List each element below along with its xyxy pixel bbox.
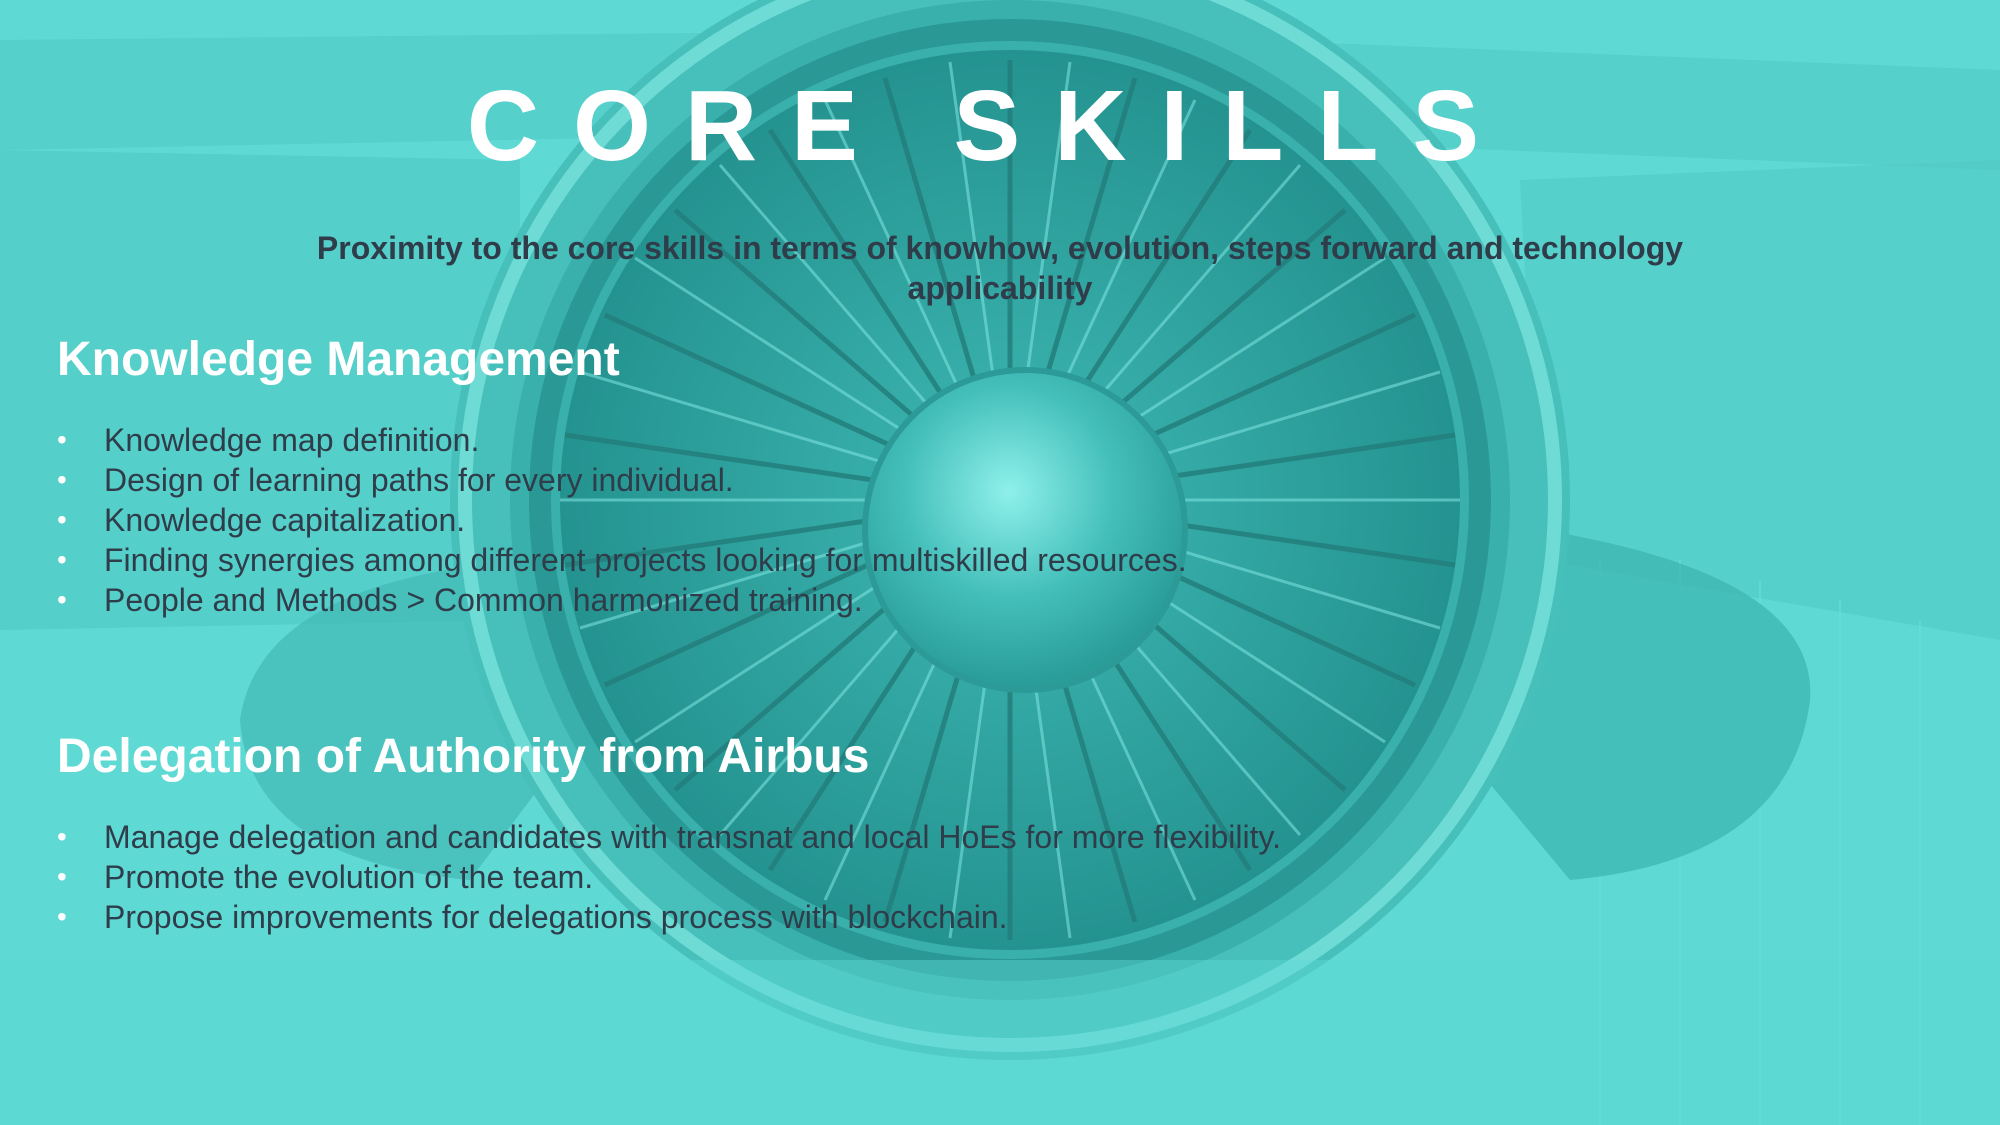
list-item-text: Promote the evolution of the team. bbox=[104, 859, 594, 895]
bullet-icon: • bbox=[57, 544, 67, 575]
list-item-text: Knowledge capitalization. bbox=[104, 502, 466, 538]
slide-subtitle: Proximity to the core skills in terms of… bbox=[316, 230, 1684, 306]
bullet-icon: • bbox=[57, 901, 67, 932]
list-item-text: Finding synergies among different projec… bbox=[104, 542, 1187, 578]
list-item: • Promote the evolution of the team. bbox=[57, 857, 1557, 897]
knowledge-management-list: • Knowledge map definition. • Design of le… bbox=[57, 420, 1557, 620]
bullet-icon: • bbox=[57, 504, 67, 535]
bullet-icon: • bbox=[57, 464, 67, 495]
list-item-text: Knowledge map definition. bbox=[104, 422, 480, 458]
slide-title: CORE SKILLS bbox=[466, 70, 1514, 182]
list-item-text: Manage delegation and candidates with tr… bbox=[104, 819, 1281, 855]
bullet-icon: • bbox=[57, 424, 67, 455]
bullet-icon: • bbox=[57, 861, 67, 892]
list-item: • Knowledge capitalization. bbox=[57, 500, 1557, 540]
list-item-text: Design of learning paths for every indiv… bbox=[104, 462, 734, 498]
slide: CORE SKILLS Proximity to the core skills… bbox=[0, 0, 2000, 1125]
section-heading-knowledge-management: Knowledge Management bbox=[57, 333, 620, 386]
list-item: • Manage delegation and candidates with t… bbox=[57, 817, 1557, 857]
bullet-icon: • bbox=[57, 584, 67, 615]
list-item: • Knowledge map definition. bbox=[57, 420, 1557, 460]
bullet-icon: • bbox=[57, 821, 67, 852]
delegation-of-authority-list: • Manage delegation and candidates with t… bbox=[57, 817, 1557, 937]
list-item: • Design of learning paths for every indi… bbox=[57, 460, 1557, 500]
section-heading-delegation-of-authority: Delegation of Authority from Airbus bbox=[57, 730, 870, 783]
list-item: • People and Methods > Common harmonized … bbox=[57, 580, 1557, 620]
list-item-text: Propose improvements for delegations pro… bbox=[104, 899, 1008, 935]
list-item: • Propose improvements for delegations pr… bbox=[57, 897, 1557, 937]
list-item: • Finding synergies among different proje… bbox=[57, 540, 1557, 580]
list-item-text: People and Methods > Common harmonized t… bbox=[104, 582, 863, 618]
